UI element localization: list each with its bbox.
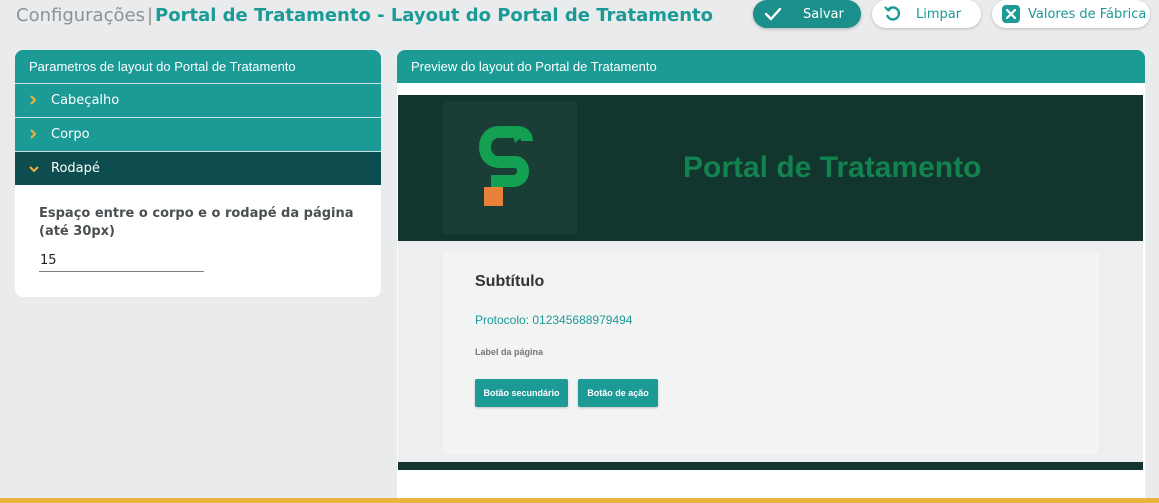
footer-spacing-input[interactable]	[39, 250, 204, 272]
accordion-label: Rodapé	[51, 161, 100, 176]
bottom-accent-bar	[0, 498, 1159, 503]
preview-card: Subtítulo Protocolo: 012345688979494 Lab…	[443, 251, 1099, 454]
chevron-down-icon	[29, 162, 51, 176]
portal-title: Portal de Tratamento	[683, 151, 982, 184]
clear-label: Limpar	[916, 6, 962, 22]
breadcrumb: Configurações | Portal de Tratamento - Lay…	[16, 5, 713, 26]
portal-logo-icon	[478, 126, 533, 206]
breadcrumb-separator: |	[146, 5, 154, 26]
accordion-label: Cabeçalho	[51, 93, 120, 108]
preview-portal-header: Portal de Tratamento	[398, 95, 1143, 241]
factory-defaults-button[interactable]: Valores de Fábrica	[992, 0, 1150, 28]
page-title: Portal de Tratamento - Layout do Portal …	[155, 5, 714, 26]
portal-logo	[443, 101, 577, 234]
preview-secondary-button[interactable]: Botão secundário	[475, 379, 568, 407]
preview-subtitle: Subtítulo	[475, 273, 545, 290]
save-button[interactable]: Salvar	[753, 0, 861, 28]
undo-icon	[884, 5, 902, 23]
preview-action-button[interactable]: Botão de ação	[578, 379, 658, 407]
footer-spacing-label: Espaço entre o corpo e o rodapé da págin…	[39, 206, 354, 239]
preview-portal-body: Subtítulo Protocolo: 012345688979494 Lab…	[398, 241, 1143, 462]
accordion-footer-section[interactable]: Rodapé	[15, 151, 381, 185]
page-header: Configurações | Portal de Tratamento - Lay…	[0, 0, 1159, 34]
close-box-icon	[1002, 5, 1020, 23]
check-icon	[765, 7, 781, 21]
preview-panel: Preview do layout do Portal de Tratament…	[397, 50, 1145, 503]
chevron-right-icon	[29, 128, 51, 142]
layout-params-panel: Parametros de layout do Portal de Tratam…	[15, 50, 381, 297]
preview-portal-footer	[398, 462, 1143, 470]
breadcrumb-root[interactable]: Configurações	[16, 5, 145, 26]
accordion-header-section[interactable]: Cabeçalho	[15, 83, 381, 117]
preview-page-label: Label da página	[475, 347, 544, 357]
layout-params-title: Parametros de layout do Portal de Tratam…	[15, 50, 381, 83]
preview-protocol: Protocolo: 012345688979494	[475, 313, 633, 327]
chevron-right-icon	[29, 94, 51, 108]
accordion-label: Corpo	[51, 127, 90, 142]
preview-panel-title: Preview do layout do Portal de Tratament…	[397, 50, 1145, 83]
factory-label: Valores de Fábrica	[1028, 6, 1147, 22]
save-label: Salvar	[803, 6, 844, 22]
clear-button[interactable]: Limpar	[872, 0, 981, 28]
accordion-body-section[interactable]: Corpo	[15, 117, 381, 151]
